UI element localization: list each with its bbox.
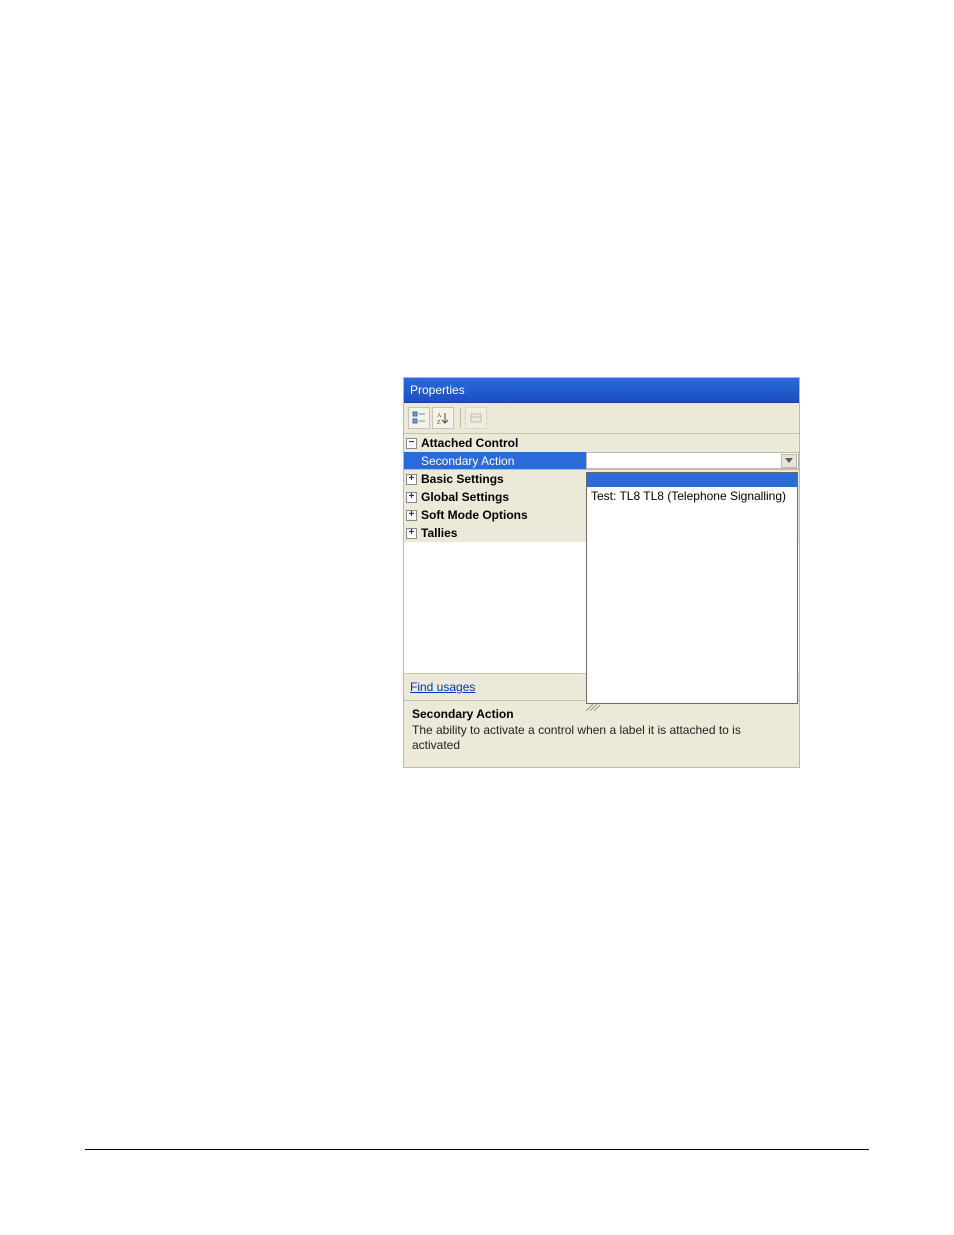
expand-icon[interactable]: + [406, 474, 417, 485]
collapse-icon[interactable]: − [406, 438, 417, 449]
toolbar-separator [460, 408, 461, 428]
expand-icon[interactable]: + [406, 528, 417, 539]
svg-text:Z: Z [437, 420, 441, 425]
category-label: Attached Control [421, 436, 518, 450]
description-title: Secondary Action [412, 707, 791, 721]
chevron-down-icon[interactable] [781, 454, 797, 468]
expand-icon[interactable]: + [406, 492, 417, 503]
dropdown-list[interactable]: Test: TL8 TL8 (Telephone Signalling) [586, 472, 798, 704]
alphabetical-button[interactable]: A Z [432, 407, 454, 429]
panel-titlebar: Properties [404, 378, 799, 403]
property-label: Secondary Action [421, 454, 514, 468]
category-label: Soft Mode Options [421, 508, 528, 522]
category-row-attached-control[interactable]: − Attached Control [404, 434, 799, 452]
dropdown-option-empty[interactable] [587, 473, 797, 487]
page-footer-rule [85, 1149, 869, 1150]
category-label: Tallies [421, 526, 457, 540]
dropdown-option-tl8[interactable]: Test: TL8 TL8 (Telephone Signalling) [587, 487, 797, 505]
description-pane: Secondary Action The ability to activate… [404, 701, 799, 767]
categorized-button[interactable] [408, 407, 430, 429]
panel-title: Properties [410, 383, 465, 397]
expand-icon[interactable]: + [406, 510, 417, 521]
toolbar: A Z [404, 403, 799, 434]
property-value-cell[interactable] [586, 452, 799, 469]
property-pages-button[interactable] [465, 407, 487, 429]
svg-text:A: A [437, 413, 442, 419]
secondary-action-dropdown[interactable] [587, 453, 798, 468]
description-text: The ability to activate a control when a… [412, 723, 791, 753]
properties-panel: Properties A Z [403, 377, 800, 768]
category-label: Global Settings [421, 490, 509, 504]
property-grid: − Attached Control Secondary Action [404, 434, 799, 674]
find-usages-link[interactable]: Find usages [410, 680, 475, 694]
category-label: Basic Settings [421, 472, 504, 486]
property-row-secondary-action[interactable]: Secondary Action [404, 452, 799, 470]
